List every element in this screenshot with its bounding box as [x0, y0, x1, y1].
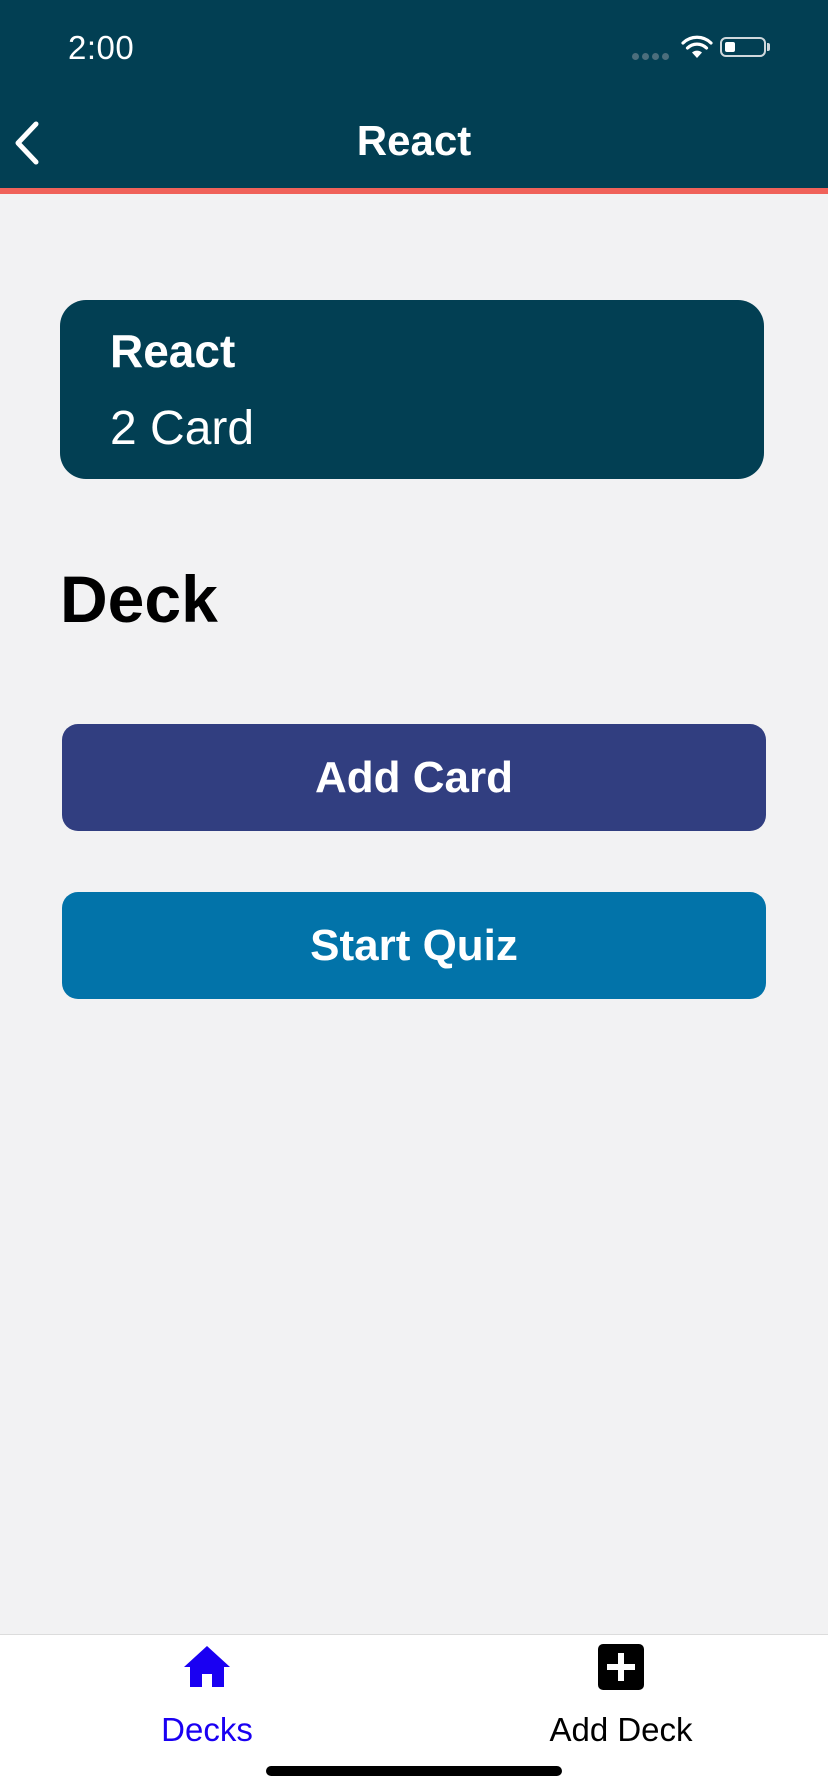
status-icons [632, 34, 792, 64]
tab-decks[interactable]: Decks [0, 1635, 414, 1748]
deck-title: React [110, 325, 236, 377]
tab-add-deck-label: Add Deck [549, 1711, 693, 1748]
add-card-button[interactable]: Add Card [62, 724, 766, 831]
wifi-icon [681, 35, 713, 58]
app-header: 2:00 React [0, 0, 828, 194]
nav-title: React [356, 117, 472, 164]
home-icon [184, 1646, 230, 1687]
cellular-signal-icon [632, 53, 669, 60]
status-time: 2:00 [68, 29, 135, 66]
tab-decks-label: Decks [161, 1711, 253, 1748]
tab-add-deck[interactable]: Add Deck [414, 1635, 828, 1748]
deck-card-count: 2 Card [110, 402, 255, 455]
deck-summary-card: React 2 Card [60, 300, 764, 479]
start-quiz-button[interactable]: Start Quiz [62, 892, 766, 999]
home-indicator [266, 1766, 562, 1776]
section-heading: Deck [60, 562, 218, 636]
battery-icon [720, 37, 766, 57]
plus-square-icon [598, 1644, 644, 1690]
